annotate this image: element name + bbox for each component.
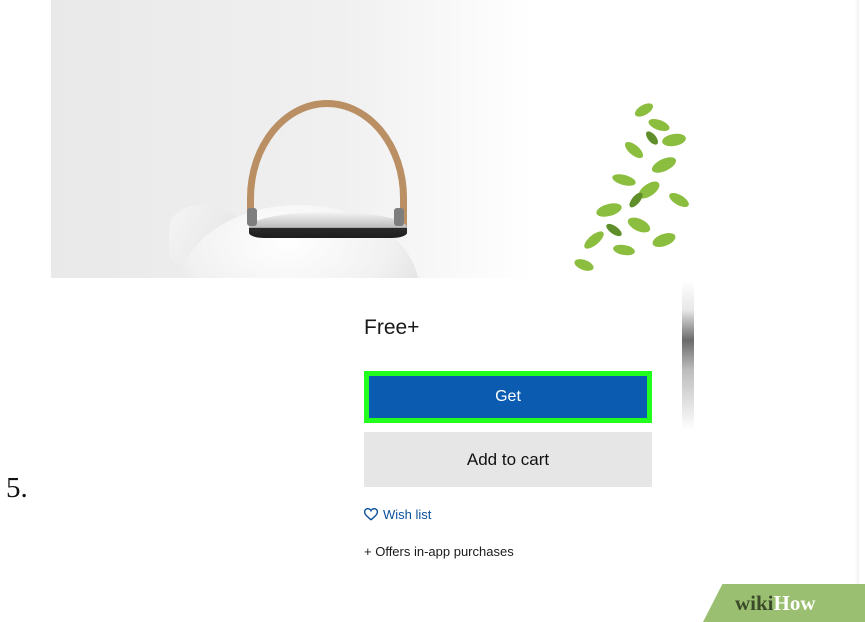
wish-list-label: Wish list	[383, 507, 432, 522]
watermark-how: How	[773, 590, 816, 615]
in-app-purchases-note: + Offers in-app purchases	[364, 544, 514, 559]
heart-outline-icon	[364, 508, 378, 521]
watermark-wiki: wiki	[735, 590, 774, 615]
right-background	[694, 0, 865, 622]
plant-decoration	[574, 103, 689, 271]
wikihow-watermark: wiki How	[703, 584, 865, 622]
handle-clip-left	[247, 208, 257, 226]
background-edge	[682, 280, 694, 430]
purchase-panel: Free+ Get Add to cart Wish list + Offers…	[344, 278, 682, 622]
get-button[interactable]: Get	[364, 371, 652, 423]
product-hero-image	[51, 0, 694, 278]
add-to-cart-button[interactable]: Add to cart	[364, 432, 652, 487]
step-number: 5.	[6, 472, 28, 504]
handle-clip-right	[394, 208, 404, 226]
price-label: Free+	[364, 316, 420, 339]
teapot-lid	[249, 212, 407, 238]
wish-list-link[interactable]: Wish list	[364, 507, 431, 522]
